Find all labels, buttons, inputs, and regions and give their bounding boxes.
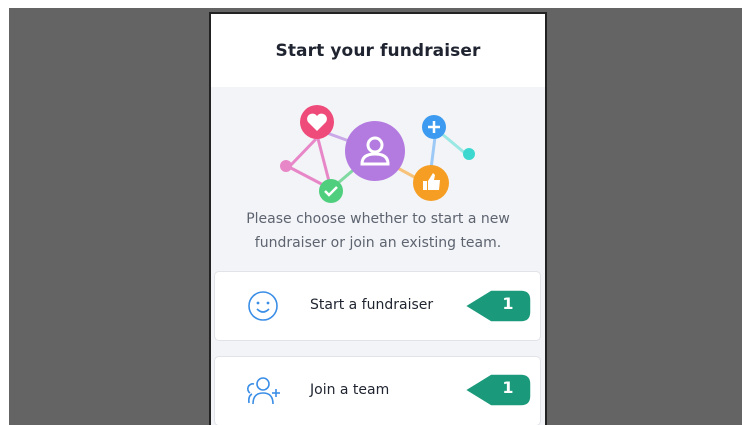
heart-icon — [300, 105, 334, 139]
fundraiser-illustration — [280, 105, 475, 203]
join-team-label: Join a team — [310, 382, 390, 398]
step-callout-start: 1 — [463, 287, 533, 325]
plus-icon — [422, 115, 446, 139]
thumbs-up-icon — [413, 165, 449, 201]
dialog-header: Start your fundraiser — [211, 14, 545, 87]
choice-prompt: Please choose whether to start a new fun… — [221, 207, 535, 255]
teal-dot — [463, 148, 475, 160]
fundraiser-dialog: Start your fundraiser Please choose whet… — [209, 12, 547, 425]
user-icon — [345, 121, 405, 181]
smiley-icon — [248, 291, 278, 321]
team-icon — [247, 377, 280, 405]
screenshot-stage: Start your fundraiser Please choose whet… — [0, 0, 742, 425]
connector-line — [287, 137, 318, 169]
prompt-line-2: fundraiser or join an existing team. — [254, 235, 502, 251]
check-icon — [319, 179, 343, 203]
callout-number: 1 — [502, 294, 514, 313]
pink-dot — [280, 160, 292, 172]
callout-number: 1 — [502, 378, 514, 397]
start-fundraiser-label: Start a fundraiser — [310, 297, 434, 313]
dialog-title: Start your fundraiser — [275, 40, 481, 61]
prompt-line-1: Please choose whether to start a new — [246, 211, 510, 227]
step-callout-join: 1 — [463, 371, 533, 409]
